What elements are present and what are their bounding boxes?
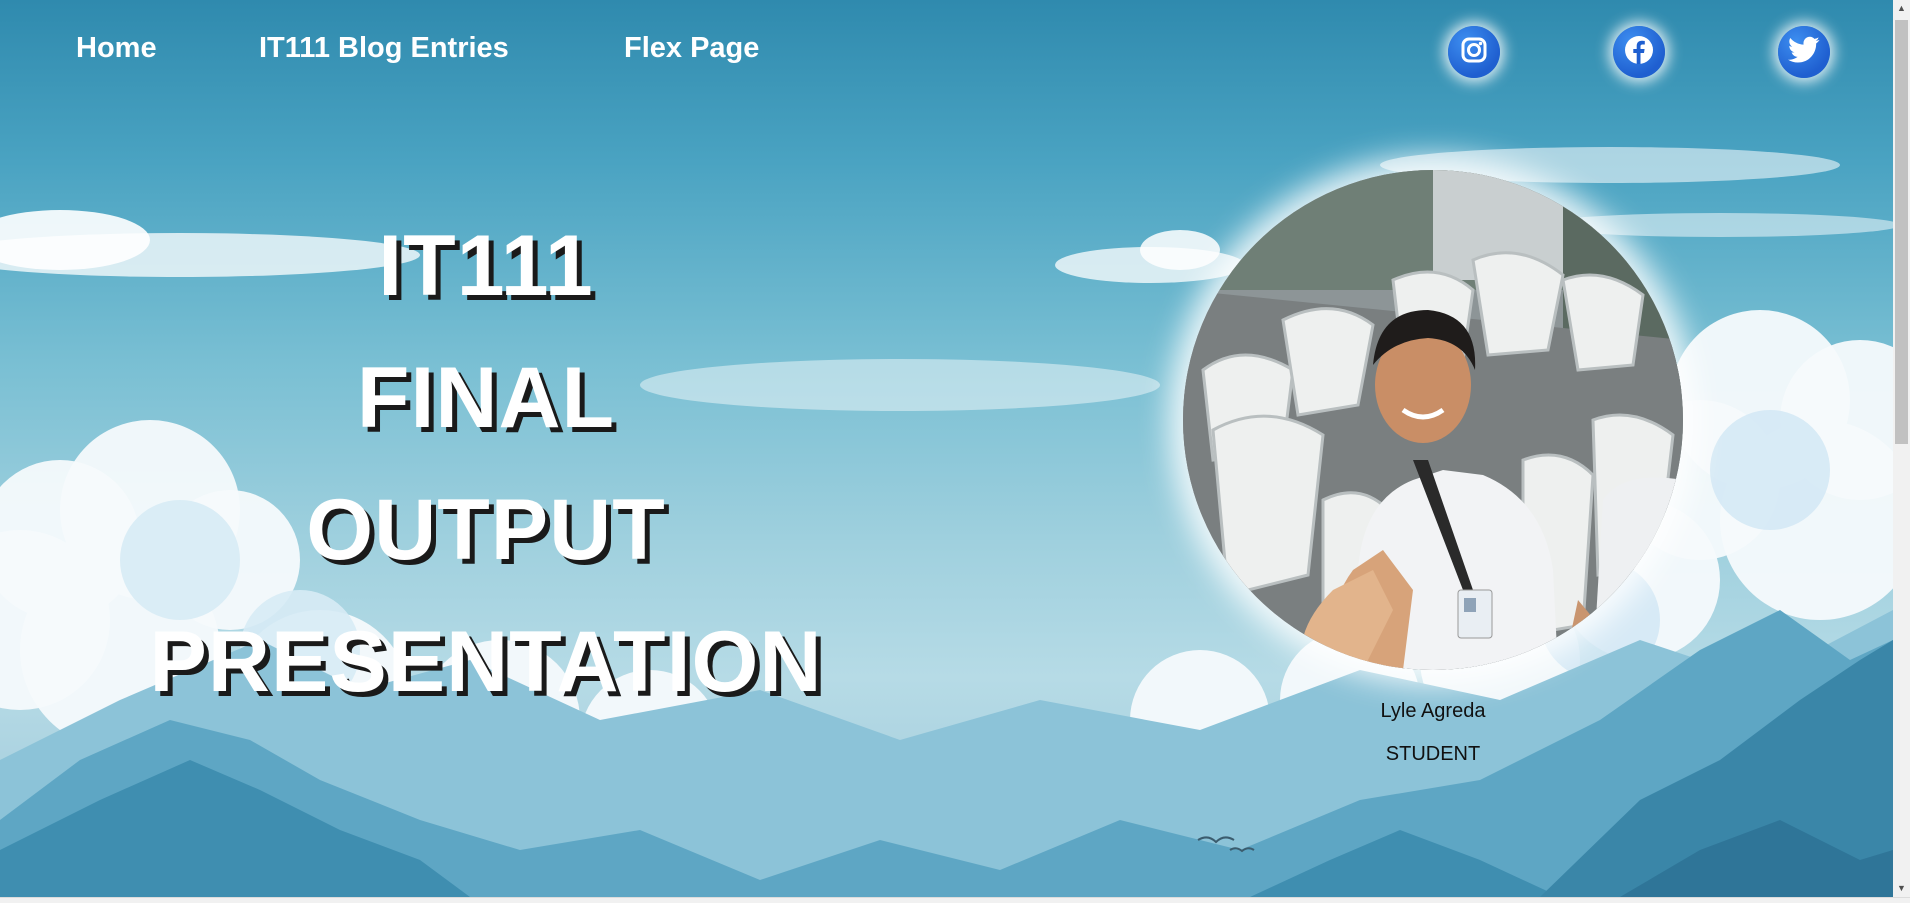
twitter-icon (1788, 36, 1820, 69)
nav-link-home[interactable]: Home (76, 32, 157, 65)
profile-photo (1183, 170, 1683, 670)
facebook-icon (1623, 34, 1655, 71)
viewport: Home IT111 Blog Entries Flex Page IT111 … (0, 0, 1893, 897)
scroll-thumb[interactable] (1895, 20, 1908, 444)
horizontal-scrollbar[interactable] (0, 897, 1910, 903)
hero-title-line: FINAL (356, 350, 616, 446)
hero-title: IT111 FINAL OUTPUT PRESENTATION (120, 200, 852, 728)
scroll-up-arrow-icon[interactable]: ▲ (1893, 0, 1910, 17)
page: Home IT111 Blog Entries Flex Page IT111 … (0, 0, 1910, 903)
facebook-button[interactable] (1613, 26, 1665, 78)
hero-title-line: IT111 (378, 218, 594, 314)
nav-link-flex-page[interactable]: Flex Page (624, 32, 759, 65)
scroll-down-arrow-icon[interactable]: ▼ (1893, 880, 1910, 897)
nav-link-blog-entries[interactable]: IT111 Blog Entries (259, 32, 509, 65)
profile-role: STUDENT (1385, 743, 1481, 765)
instagram-button[interactable] (1448, 26, 1500, 78)
twitter-button[interactable] (1778, 26, 1830, 78)
vertical-scrollbar[interactable]: ▲ ▼ (1893, 0, 1910, 897)
instagram-icon (1459, 35, 1489, 70)
hero-title-line: PRESENTATION (149, 614, 823, 710)
top-navigation: Home IT111 Blog Entries Flex Page (0, 0, 1893, 104)
hero-title-line: OUTPUT (306, 482, 666, 578)
profile-name: Lyle Agreda (1380, 700, 1486, 722)
